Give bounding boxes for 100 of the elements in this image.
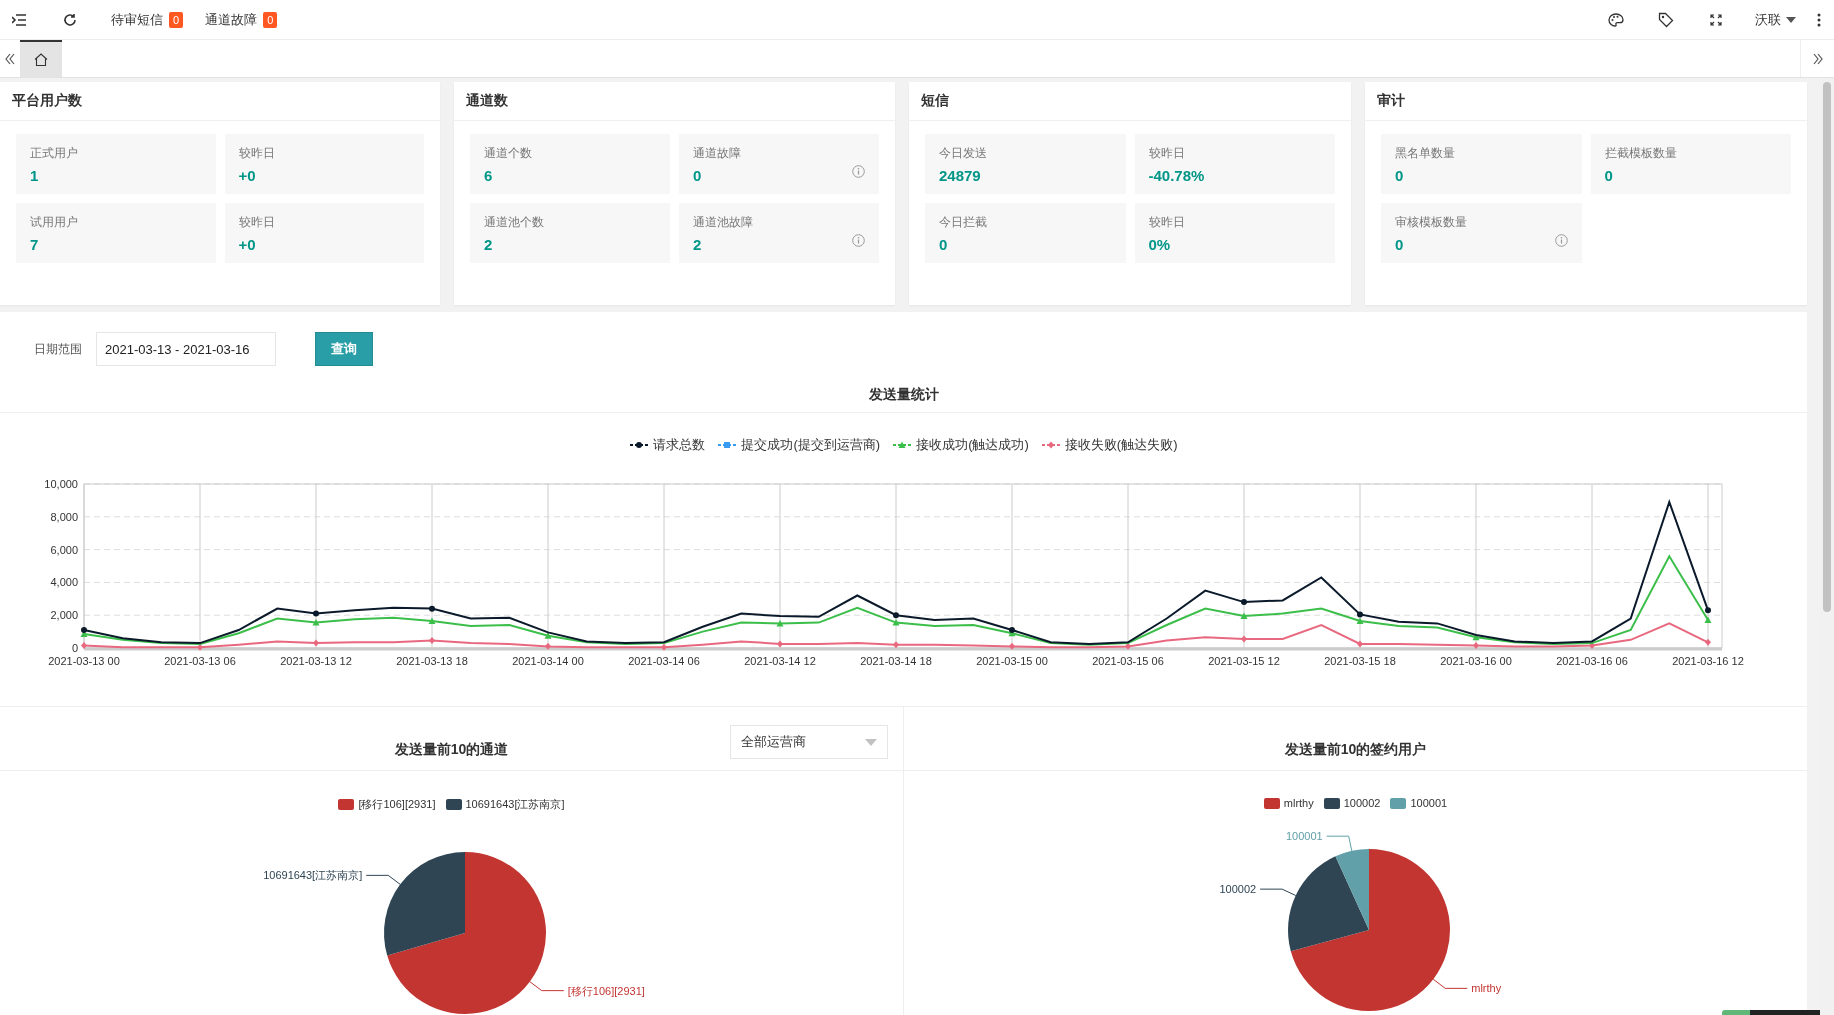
slice-label: 10691643[江苏南京] — [263, 869, 363, 882]
legend-item[interactable]: [移行106][2931] — [338, 797, 436, 812]
home-tab[interactable] — [20, 40, 62, 77]
menu-fold-icon — [12, 13, 26, 26]
x-tick-label: 2021-03-16 00 — [1440, 655, 1512, 667]
tabs-left-button[interactable] — [0, 40, 20, 77]
legend-label: 请求总数 — [653, 436, 706, 454]
refresh-icon — [63, 12, 77, 27]
stat-value: 0% — [1148, 235, 1171, 253]
legend-marker — [898, 441, 906, 448]
slice-label: 100002 — [1219, 883, 1257, 896]
scrollbar-thumb[interactable] — [1823, 82, 1831, 612]
user-menu[interactable]: 沃联 — [1755, 10, 1796, 29]
card-title: 平台用户数 — [0, 82, 440, 121]
slice-label: 100001 — [1285, 830, 1323, 843]
legend-item[interactable]: 100001 — [1390, 797, 1448, 809]
x-tick-label: 2021-03-14 12 — [744, 655, 816, 667]
y-tick-label: 6,000 — [50, 543, 78, 556]
leader-line — [1259, 888, 1297, 896]
stat-value: 0 — [1604, 166, 1613, 184]
chart-title: 发送量前10的通道 — [394, 741, 509, 759]
x-tick-label: 2021-03-16 12 — [1672, 655, 1744, 667]
card-title: 通道数 — [454, 82, 895, 121]
x-tick-label: 2021-03-15 06 — [1092, 655, 1164, 667]
data-point — [429, 605, 435, 612]
stat-value: 2 — [484, 235, 493, 253]
x-tick-label: 2021-03-14 00 — [512, 655, 584, 667]
stat-label: 正式用户 — [30, 144, 78, 162]
stat-label: 黑名单数量 — [1395, 144, 1455, 162]
x-tick-label: 2021-03-15 00 — [976, 655, 1048, 667]
date-range-label: 日期范围 — [34, 340, 82, 358]
count-badge: 0 — [263, 11, 278, 28]
legend-marker — [724, 442, 731, 448]
legend-item[interactable]: 提交成功(提交到运营商) — [717, 436, 881, 454]
stat-value: 2 — [693, 235, 702, 253]
stat-value: 7 — [30, 235, 39, 253]
x-tick-label: 2021-03-14 06 — [628, 655, 700, 667]
y-tick-label: 8,000 — [50, 510, 78, 523]
y-tick-label: 10,000 — [44, 478, 78, 490]
x-tick-label: 2021-03-13 12 — [280, 655, 352, 667]
leader-line — [1326, 835, 1353, 852]
stat-label: 较昨日 — [1148, 213, 1185, 231]
data-point — [1240, 612, 1248, 619]
legend-item[interactable]: 请求总数 — [629, 436, 706, 454]
chart-title: 发送量统计 — [0, 378, 1807, 413]
data-point — [428, 617, 436, 624]
data-point — [544, 632, 552, 639]
stat-value: 0 — [939, 235, 948, 253]
stat-value: +0 — [238, 166, 256, 184]
y-tick-label: 4,000 — [50, 576, 78, 589]
notice-link[interactable]: 待审短信 0 — [111, 10, 184, 29]
tag-icon — [1658, 11, 1674, 28]
scroll-left-icon — [5, 52, 15, 65]
data-point — [1241, 599, 1247, 606]
x-tick-label: 2021-03-15 12 — [1208, 655, 1280, 667]
notice-link[interactable]: 通道故障 0 — [205, 10, 278, 29]
stat-label: 较昨日 — [238, 213, 275, 231]
scrollbar[interactable] — [1820, 78, 1834, 1015]
count-badge: 0 — [169, 11, 184, 28]
stat-value: -40.78% — [1148, 166, 1205, 184]
carrier-select[interactable]: 全部运营商 — [730, 725, 888, 759]
x-tick-label: 2021-03-13 00 — [48, 655, 120, 667]
stat-label: 今日拦截 — [939, 213, 987, 231]
palette-icon — [1608, 12, 1624, 27]
corner-widget[interactable] — [1722, 1010, 1820, 1015]
legend-item[interactable]: 10691643[江苏南京] — [445, 797, 565, 812]
stat-value: 0 — [1395, 235, 1404, 253]
leader-line — [365, 874, 401, 885]
slice-label: mlrthy — [1471, 982, 1502, 995]
stat-value: 1 — [30, 166, 39, 184]
legend-marker — [1047, 441, 1054, 449]
scroll-right-icon — [1812, 52, 1823, 65]
stat-label: 通道个数 — [484, 144, 532, 162]
stat-label: 拦截模板数量 — [1604, 144, 1677, 162]
legend-item[interactable]: 100002 — [1323, 797, 1381, 809]
more-icon — [1817, 12, 1821, 27]
x-tick-label: 2021-03-13 18 — [396, 655, 468, 667]
card-title: 审计 — [1365, 82, 1807, 121]
legend-item[interactable]: 接收失败(触达失败) — [1040, 436, 1178, 454]
stat-label: 较昨日 — [238, 144, 275, 162]
stat-value: 24879 — [939, 166, 981, 184]
legend-item[interactable]: mlrthy — [1263, 797, 1314, 809]
legend-label: 接收成功(触达成功) — [916, 436, 1029, 454]
stat-value: 0 — [693, 166, 702, 184]
leader-line — [1432, 978, 1468, 989]
stat-value: 6 — [484, 166, 493, 184]
date-range-field[interactable]: 2021-03-13 - 2021-03-16 — [96, 332, 276, 366]
stat-label: 审核模板数量 — [1395, 213, 1467, 231]
x-tick-label: 2021-03-15 18 — [1324, 655, 1396, 667]
legend-marker — [636, 442, 643, 448]
legend-item[interactable]: 接收成功(触达成功) — [892, 436, 1029, 454]
stat-label: 试用用户 — [30, 213, 78, 231]
y-tick-label: 2,000 — [50, 609, 78, 622]
data-point — [776, 619, 784, 627]
y-tick-label: 0 — [71, 642, 78, 654]
leader-line — [529, 981, 565, 992]
stat-label: 通道故障 — [693, 144, 741, 162]
slice-label: [移行106][2931] — [567, 984, 645, 997]
chart-title: 发送量前10的签约用户 — [1284, 741, 1427, 759]
stat-label: 通道池故障 — [693, 213, 753, 231]
